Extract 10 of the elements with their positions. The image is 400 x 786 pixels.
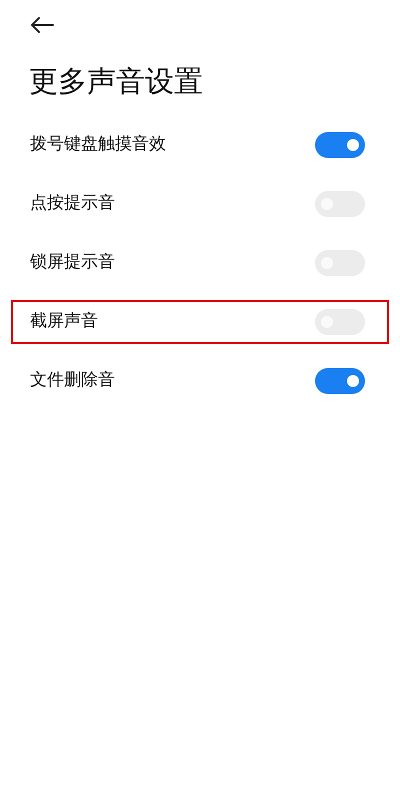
page-title: 更多声音设置 bbox=[29, 63, 203, 99]
setting-label: 截屏声音 bbox=[30, 310, 98, 334]
back-arrow-icon bbox=[30, 16, 54, 34]
setting-label: 锁屏提示音 bbox=[30, 251, 115, 274]
setting-label: 点按提示音 bbox=[30, 192, 115, 216]
back-button[interactable] bbox=[30, 14, 56, 36]
setting-label: 拨号键盘触摸音效 bbox=[30, 133, 166, 156]
setting-label: 文件删除音 bbox=[30, 369, 115, 392]
toggle-switch[interactable] bbox=[315, 132, 365, 158]
toggle-switch[interactable] bbox=[315, 368, 365, 394]
